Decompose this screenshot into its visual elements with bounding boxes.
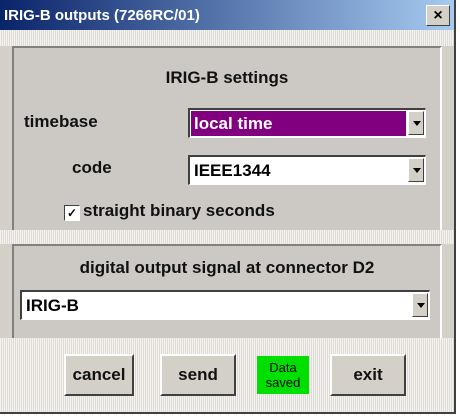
close-button[interactable]: ×: [426, 5, 450, 26]
exit-button[interactable]: exit: [330, 354, 406, 396]
settings-heading: IRIG-B settings: [165, 68, 289, 87]
timebase-value: local time: [194, 114, 273, 133]
output-signal-select[interactable]: IRIG-B: [20, 290, 430, 320]
irig-b-outputs-dialog: IRIG-B outputs (7266RC/01) × IRIG-B sett…: [0, 0, 456, 414]
code-select[interactable]: IEEE1344: [188, 155, 426, 185]
separator-pattern-top: [0, 30, 454, 46]
chevron-down-icon[interactable]: [408, 158, 424, 182]
output-signal-value: IRIG-B: [26, 296, 79, 315]
chevron-down-icon[interactable]: [408, 111, 424, 135]
timebase-label: timebase: [24, 112, 98, 131]
send-button[interactable]: send: [160, 354, 236, 396]
straight-binary-checkbox[interactable]: ✓: [64, 205, 80, 221]
timebase-select[interactable]: local time: [188, 108, 426, 138]
chevron-down-icon[interactable]: [412, 293, 428, 317]
status-line-2: saved: [265, 375, 301, 390]
separator-pattern-middle: [0, 230, 454, 244]
irig-b-settings-panel: IRIG-B settings timebase local time code…: [12, 46, 442, 234]
output-signal-panel: digital output signal at connector D2 IR…: [12, 244, 442, 340]
window-title: IRIG-B outputs (7266RC/01): [4, 7, 200, 24]
output-heading: digital output signal at connector D2: [79, 258, 375, 277]
code-label: code: [72, 158, 112, 177]
data-saved-indicator: Data saved: [257, 356, 309, 394]
straight-binary-label: straight binary seconds: [83, 201, 275, 220]
checkmark-icon: ✓: [66, 206, 78, 220]
code-value: IEEE1344: [194, 161, 271, 180]
title-bar[interactable]: IRIG-B outputs (7266RC/01) ×: [0, 0, 454, 30]
status-line-1: Data: [269, 360, 297, 375]
cancel-button[interactable]: cancel: [64, 354, 134, 396]
close-icon: ×: [433, 7, 443, 24]
